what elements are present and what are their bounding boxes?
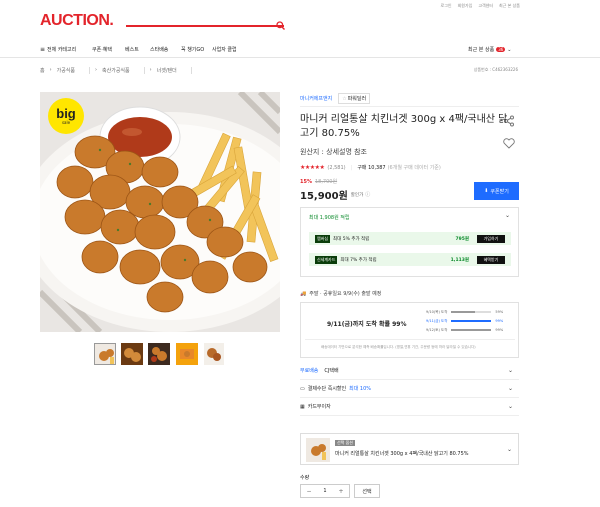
- chevron-down-icon: ⌄: [507, 46, 512, 53]
- thumbnail[interactable]: [148, 343, 170, 365]
- price-area: 15% 18,700원 15,900원 할인가 ⓘ: [300, 178, 370, 203]
- benefit-tag: 멤버십: [315, 234, 331, 243]
- chevron-down-icon: ⌄: [507, 367, 513, 374]
- breadcrumb: 홈 › 가공식품 › 축산가공식품 › 너겟/텐더: [40, 66, 192, 74]
- delivery-bar-fill: [451, 320, 491, 322]
- sale-price: 15,900원: [300, 191, 348, 202]
- product-number: 상품번호 : C462363226: [473, 67, 518, 72]
- big-sale-badge: big sale: [48, 98, 84, 134]
- search-input[interactable]: [126, 25, 284, 27]
- product-main-image[interactable]: big sale: [40, 92, 280, 332]
- gnb-best[interactable]: 베스트: [125, 46, 139, 53]
- breadcrumb-item[interactable]: 축산가공식품: [102, 66, 145, 74]
- delivery-bar-fill: [451, 311, 475, 313]
- chevron-down-icon: ⌄: [507, 385, 513, 392]
- star-rating-icon: ★★★★★: [300, 164, 325, 171]
- delivery-bar-row: 9/10(목) 도착 59%: [426, 309, 504, 315]
- chevron-down-icon[interactable]: ⌄: [505, 212, 510, 219]
- quantity-value[interactable]: 1: [317, 488, 333, 494]
- calendar-icon: ▦: [300, 403, 305, 410]
- accordion-shipping-fee[interactable]: 무료배송 CJ택배 ⌄: [300, 362, 519, 380]
- recent-count-badge: 36: [496, 47, 506, 52]
- select-option-button[interactable]: 선택: [354, 484, 380, 498]
- util-link-recent[interactable]: 최근 본 상품: [499, 3, 520, 9]
- origin-info: 원산지 : 상세설명 참조: [300, 148, 367, 156]
- minus-icon[interactable]: −: [301, 488, 317, 495]
- thumbnail[interactable]: [94, 343, 116, 365]
- chevron-down-icon: ⌄: [507, 403, 513, 410]
- selected-thumbnail: [306, 438, 330, 462]
- accordion-payment-discount[interactable]: ▭ 결제수단 즉시할인 최대 10% ⌄: [300, 380, 519, 398]
- gnb-coupon[interactable]: 쿠폰·혜택: [92, 46, 112, 53]
- chevron-right-icon: ›: [49, 67, 52, 73]
- delivery-probability-box: 9/11(금)까지 도착 확률 99% 9/10(목) 도착 59% 9/11(…: [300, 302, 519, 358]
- membership-join-button[interactable]: 가입하기: [477, 235, 505, 243]
- delivery-bar-fill: [451, 329, 491, 331]
- gnb-must-go[interactable]: 꼭 챙기GO: [181, 46, 204, 53]
- card-icon: ▭: [300, 385, 305, 392]
- purchase-note: (6개월 구매 데이터 기준): [387, 165, 441, 171]
- divider: [300, 106, 519, 107]
- delivery-bar-row: 9/12(토) 도착 99%: [426, 327, 504, 333]
- benefit-box: 최대 1,908원 적립 ⌄ 멤버십 최대 5% 추가 적립 795원 가입하기…: [300, 207, 519, 277]
- recent-viewed[interactable]: 최근 본 상품 36 ⌄: [468, 46, 512, 54]
- gnb-business-club[interactable]: 사업자 클럽: [212, 46, 237, 53]
- delivery-bar-row: 9/11(금) 도착 99%: [426, 318, 504, 324]
- option-badge: 선택 옵션: [335, 440, 355, 446]
- gnb-all-category[interactable]: ≡ 전체 카테고리: [40, 46, 76, 53]
- quantity-label: 수량: [300, 475, 310, 481]
- selected-option-box[interactable]: 선택 옵션 마니커 리얼통살 치킨너겟 300g x 4팩/국내산 닭고기 80…: [300, 433, 519, 465]
- card-benefit-button[interactable]: 혜택받기: [477, 256, 505, 264]
- original-price: 18,700원: [314, 179, 338, 185]
- accordion-installment[interactable]: ▦ 카드무이자 ⌄: [300, 398, 519, 416]
- chevron-right-icon: ›: [149, 67, 152, 73]
- util-links: 로그인 회원가입 고객센터 최근 본 상품: [435, 3, 520, 9]
- search-icon[interactable]: [276, 15, 285, 30]
- truck-icon: 🚚: [300, 290, 307, 297]
- thumbnail[interactable]: [176, 343, 198, 365]
- shipping-section: 🚚 주말 · 공휴일요 9/9(수) 출발 예정 9/11(금)까지 도착 확률…: [300, 290, 519, 358]
- coupon-button[interactable]: ⬇ 쿠폰받기: [474, 182, 519, 200]
- logo[interactable]: AUCTION.: [40, 12, 114, 30]
- quantity-stepper[interactable]: − 1 +: [300, 484, 350, 498]
- chevron-right-icon: ›: [95, 67, 98, 73]
- gnb-star-delivery[interactable]: 스타배송: [150, 46, 168, 53]
- max-reward: 최대 1,908원 적립: [309, 215, 350, 221]
- menu-icon: ≡: [40, 46, 46, 53]
- delivery-note: 배송데이터 기반으로 분석한 예측 배송확률입니다. (명절,연휴 기간, 주문…: [321, 345, 476, 349]
- rating-row: ★★★★★ (2,581) | 구매 10,387 (6개월 구매 데이터 기준…: [300, 164, 441, 171]
- util-link-help[interactable]: 고객센터: [478, 3, 493, 9]
- price-suffix: 할인가: [350, 192, 364, 198]
- delivery-headline: 9/11(금)까지 도착 확률 99%: [327, 321, 407, 328]
- breadcrumb-home[interactable]: 홈: [40, 67, 45, 74]
- seller-name[interactable]: 마니커에프앤지: [300, 95, 332, 102]
- product-title: 마니커 리얼통살 치킨너겟 300g x 4팩/국내산 닭고기 80.75%: [300, 114, 508, 139]
- thumbnail[interactable]: [204, 343, 224, 365]
- global-nav: ≡ 전체 카테고리 쿠폰·혜택 베스트 스타배송 꼭 챙기GO 사업자 클럽 최…: [0, 40, 600, 58]
- star-icon: ☆: [342, 95, 347, 102]
- benefit-row-membership: 멤버십 최대 5% 추가 적립 795원 가입하기: [309, 232, 511, 245]
- discount-rate: 15%: [300, 178, 312, 185]
- info-icon[interactable]: ⓘ: [365, 191, 370, 198]
- selected-title: 마니커 리얼통살 치킨너겟 300g x 4팩/국내산 닭고기 80.75%: [335, 451, 469, 457]
- divider: [305, 339, 515, 340]
- chevron-down-icon: ⌄: [506, 446, 512, 453]
- seller-row: 마니커에프앤지 ☆ 파워딜러: [300, 93, 371, 104]
- coupon-icon: ⬇: [484, 188, 489, 194]
- thumbnail[interactable]: [121, 343, 143, 365]
- util-link-login[interactable]: 로그인: [441, 3, 452, 9]
- seller-badge: ☆ 파워딜러: [338, 93, 371, 104]
- review-count[interactable]: (2,581): [327, 165, 345, 171]
- util-link-join[interactable]: 회원가입: [458, 3, 473, 9]
- benefit-tag: 신세계카드: [315, 255, 338, 264]
- benefit-row-card: 신세계카드 최대 7% 추가 적립 1,113원 혜택받기: [309, 253, 511, 266]
- purchase-count: 구매 10,387: [357, 165, 386, 171]
- plus-icon[interactable]: +: [333, 488, 349, 495]
- breadcrumb-item[interactable]: 가공식품: [57, 66, 91, 74]
- breadcrumb-item[interactable]: 너겟/텐더: [157, 66, 192, 74]
